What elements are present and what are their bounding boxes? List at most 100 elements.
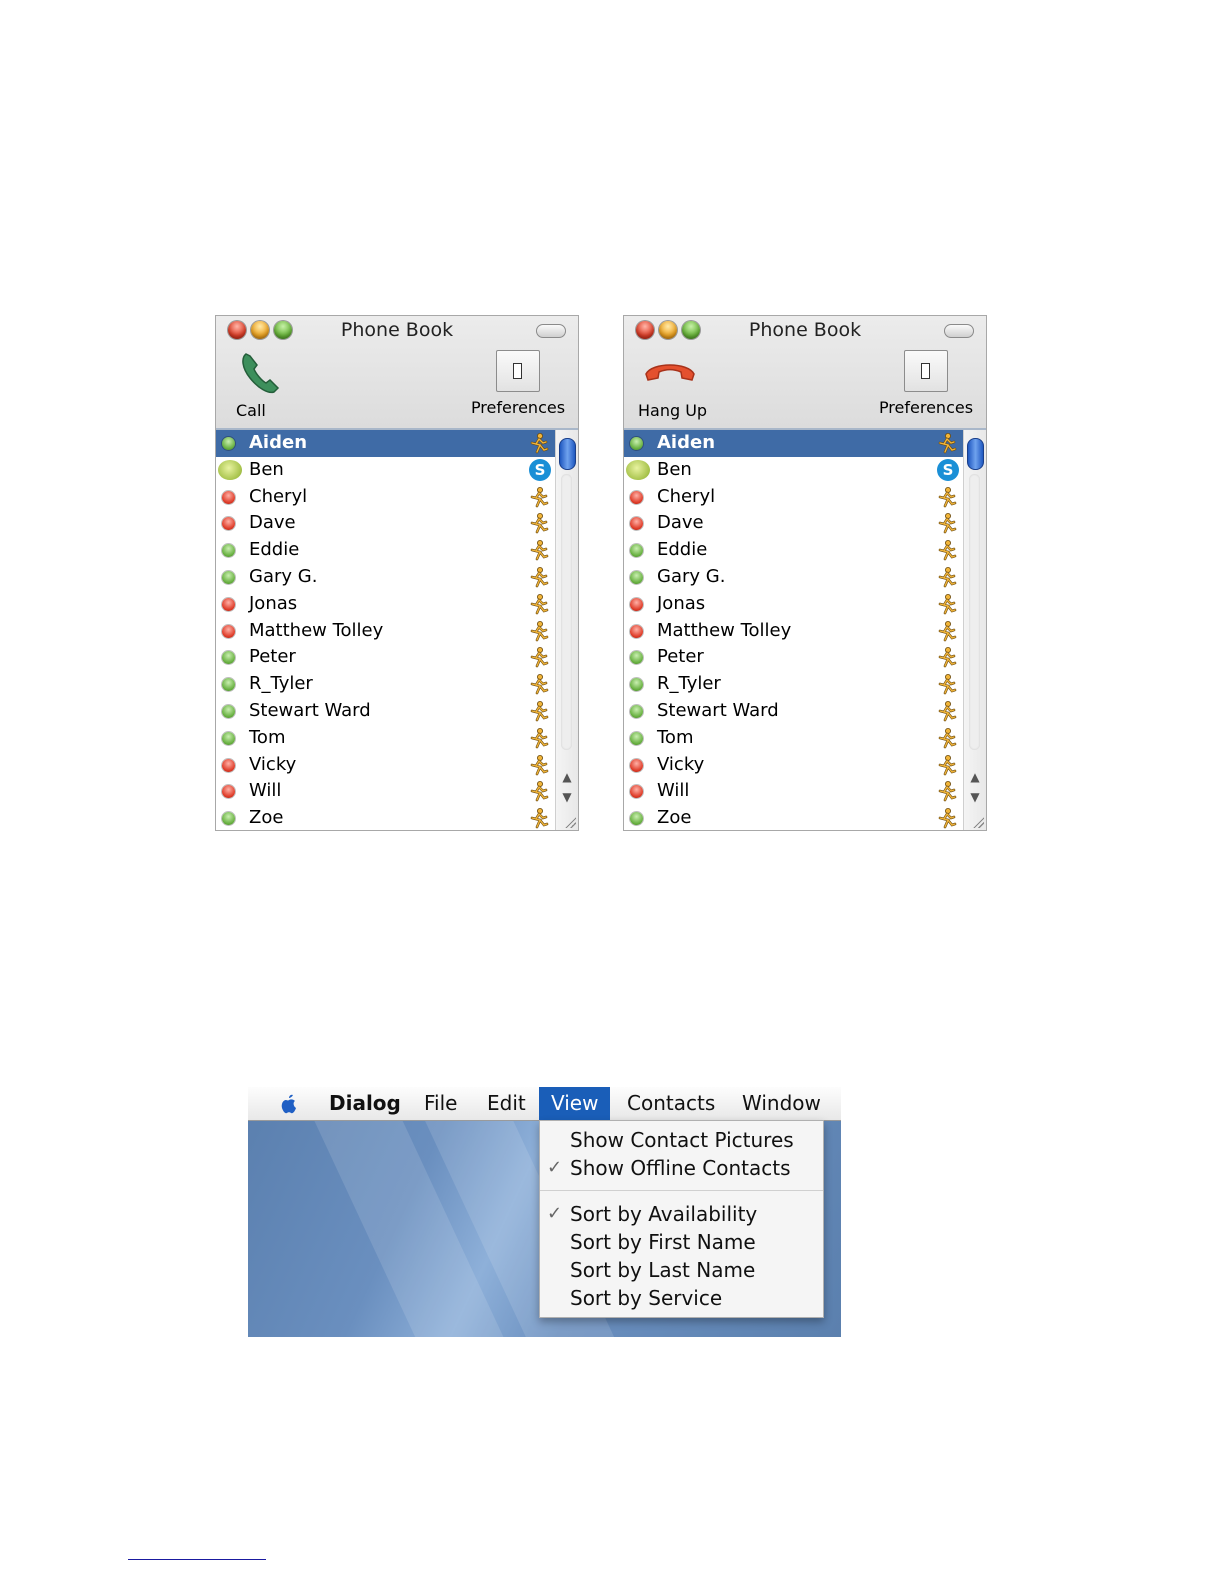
scroll-thumb[interactable] (967, 438, 984, 470)
contact-row[interactable]: Aiden (624, 430, 964, 457)
contact-name: Eddie (657, 539, 708, 561)
contact-row[interactable]: Stewart Ward (216, 698, 556, 725)
scroll-down-arrow-icon[interactable]: ▼ (966, 788, 984, 806)
menu-item-sort-by-service[interactable]: Sort by Service (540, 1284, 823, 1312)
contact-name: Matthew Tolley (657, 619, 792, 641)
aim-service-icon (936, 754, 958, 776)
contact-row[interactable]: Cheryl (216, 484, 556, 511)
contact-row[interactable]: Gary G. (624, 564, 964, 591)
on-call-status-icon (218, 459, 242, 480)
aim-service-icon (936, 512, 958, 534)
contact-row[interactable]: Matthew Tolley (624, 618, 964, 645)
offline-status-icon (222, 597, 235, 611)
offline-status-icon (630, 597, 643, 611)
scrollbar[interactable]: ▲ ▼ (555, 430, 578, 830)
scroll-down-arrow-icon[interactable]: ▼ (558, 788, 576, 806)
contact-name: Tom (657, 726, 694, 748)
hang-up-button[interactable]: Hang Up (634, 350, 734, 420)
contact-row[interactable]: Peter (624, 644, 964, 671)
online-status-icon (222, 544, 235, 558)
aim-service-icon (528, 486, 550, 508)
scroll-up-arrow-icon[interactable]: ▲ (966, 768, 984, 786)
toolbar-toggle-button[interactable] (536, 324, 566, 338)
aim-service-icon (528, 620, 550, 642)
contact-name: R_Tyler (657, 673, 721, 695)
aim-service-icon (528, 780, 550, 802)
offline-status-icon (630, 785, 643, 799)
window-title: Phone Book (748, 319, 862, 341)
contact-row[interactable]: Zoe (216, 805, 556, 830)
contact-name: Eddie (249, 539, 300, 561)
aim-service-icon (936, 807, 958, 829)
offline-status-icon (222, 758, 235, 772)
online-status-icon (630, 812, 643, 826)
aim-service-icon (936, 486, 958, 508)
contact-row[interactable]: Vicky (216, 752, 556, 779)
apple-icon[interactable] (278, 1093, 300, 1115)
toolbar-toggle-button[interactable] (944, 324, 974, 338)
offline-status-icon (222, 624, 235, 638)
menu-file[interactable]: File (412, 1087, 469, 1120)
contact-row[interactable]: Jonas (624, 591, 964, 618)
contact-list: Aiden Ben S Cheryl Dave Eddie Gary G. Jonas Matt… (216, 430, 556, 830)
contact-row[interactable]: Tom (624, 725, 964, 752)
menu-item-show-offline-contacts[interactable]: ✓ Show Offline Contacts (540, 1154, 823, 1182)
aim-service-icon (528, 673, 550, 695)
switch-icon (904, 350, 948, 392)
contact-row[interactable]: Peter (216, 644, 556, 671)
offline-status-icon (630, 624, 643, 638)
preferences-button[interactable]: Preferences (470, 350, 566, 420)
contact-row[interactable]: Cheryl (624, 484, 964, 511)
contact-row[interactable]: Tom (216, 725, 556, 752)
contact-row[interactable]: Eddie (624, 537, 964, 564)
contact-row[interactable]: Ben S (624, 457, 964, 484)
contact-name: Stewart Ward (657, 699, 779, 721)
menu-item-sort-by-first-name[interactable]: Sort by First Name (540, 1228, 823, 1256)
menu-contacts[interactable]: Contacts (615, 1087, 727, 1120)
phone-book-window-hang-up: Phone Book Hang Up Preferences Aiden Ben S… (623, 315, 987, 831)
contact-name: Dave (657, 512, 704, 534)
resize-handle-icon[interactable] (564, 816, 576, 828)
contact-row[interactable]: R_Tyler (216, 671, 556, 698)
contact-row[interactable]: Stewart Ward (624, 698, 964, 725)
scroll-thumb[interactable] (559, 438, 576, 470)
contact-row[interactable]: Dave (624, 510, 964, 537)
contact-name: Cheryl (249, 485, 308, 507)
offline-status-icon (222, 490, 235, 504)
online-status-icon (222, 651, 235, 665)
contact-row[interactable]: Matthew Tolley (216, 618, 556, 645)
contact-name: Ben (657, 458, 692, 480)
toolbar: Phone Book Call Preferences (216, 316, 578, 430)
aim-service-icon (936, 432, 958, 454)
contact-row[interactable]: R_Tyler (624, 671, 964, 698)
preferences-button[interactable]: Preferences (878, 350, 974, 420)
aim-service-icon (528, 512, 550, 534)
preferences-label: Preferences (470, 398, 566, 417)
scroll-up-arrow-icon[interactable]: ▲ (558, 768, 576, 786)
menu-item-sort-by-last-name[interactable]: Sort by Last Name (540, 1256, 823, 1284)
menu-window[interactable]: Window (730, 1087, 833, 1120)
contact-row[interactable]: Zoe (624, 805, 964, 830)
menu-item-sort-by-availability[interactable]: ✓ Sort by Availability (540, 1200, 823, 1228)
contact-name: Will (249, 780, 282, 802)
menu-edit[interactable]: Edit (475, 1087, 538, 1120)
contact-row[interactable]: Gary G. (216, 564, 556, 591)
online-status-icon (630, 731, 643, 745)
contact-row[interactable]: Vicky (624, 752, 964, 779)
footnote-rule (128, 1559, 266, 1560)
contact-row[interactable]: Will (624, 778, 964, 805)
menu-view[interactable]: View (539, 1087, 611, 1120)
scroll-track[interactable] (561, 474, 572, 750)
menu-app-dialog[interactable]: Dialog (317, 1087, 413, 1120)
resize-handle-icon[interactable] (972, 816, 984, 828)
menu-item-show-contact-pictures[interactable]: Show Contact Pictures (540, 1126, 823, 1154)
contact-row[interactable]: Eddie (216, 537, 556, 564)
contact-row[interactable]: Ben S (216, 457, 556, 484)
scroll-track[interactable] (969, 474, 980, 750)
scrollbar[interactable]: ▲ ▼ (963, 430, 986, 830)
call-button[interactable]: Call (230, 350, 290, 420)
contact-row[interactable]: Aiden (216, 430, 556, 457)
contact-row[interactable]: Dave (216, 510, 556, 537)
contact-row[interactable]: Will (216, 778, 556, 805)
contact-row[interactable]: Jonas (216, 591, 556, 618)
